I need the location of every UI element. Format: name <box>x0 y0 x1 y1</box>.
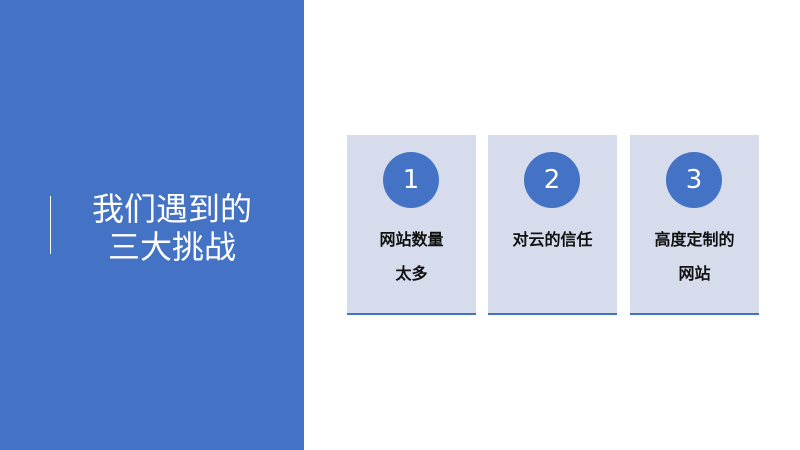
slide-title: 我们遇到的 三大挑战 <box>62 190 282 266</box>
challenge-card-1: 1 网站数量 太多 <box>347 135 476 315</box>
challenge-number-3: 3 <box>666 152 722 208</box>
challenge-label-1: 网站数量 太多 <box>347 223 476 291</box>
slide-title-line-1: 我们遇到的 <box>91 190 252 228</box>
challenge-label-1-line-2: 太多 <box>395 264 428 283</box>
challenge-label-3: 高度定制的 网站 <box>630 223 759 291</box>
challenge-label-2: 对云的信任 <box>488 223 617 257</box>
slide-title-line-2: 三大挑战 <box>107 228 236 266</box>
challenge-card-3: 3 高度定制的 网站 <box>630 135 759 315</box>
challenge-label-3-line-1: 高度定制的 <box>654 230 735 249</box>
title-panel: 我们遇到的 三大挑战 <box>0 0 304 450</box>
challenge-number-1: 1 <box>383 152 439 208</box>
challenge-label-1-line-1: 网站数量 <box>379 230 444 249</box>
challenge-number-2: 2 <box>524 152 580 208</box>
slide: 我们遇到的 三大挑战 1 网站数量 太多 2 对云的信任 3 高度定制的 网站 <box>0 0 800 450</box>
challenge-label-2-line-1: 对云的信任 <box>512 230 593 249</box>
challenge-card-2: 2 对云的信任 <box>488 135 617 315</box>
challenge-label-3-line-2: 网站 <box>678 264 711 283</box>
title-divider <box>50 196 51 254</box>
